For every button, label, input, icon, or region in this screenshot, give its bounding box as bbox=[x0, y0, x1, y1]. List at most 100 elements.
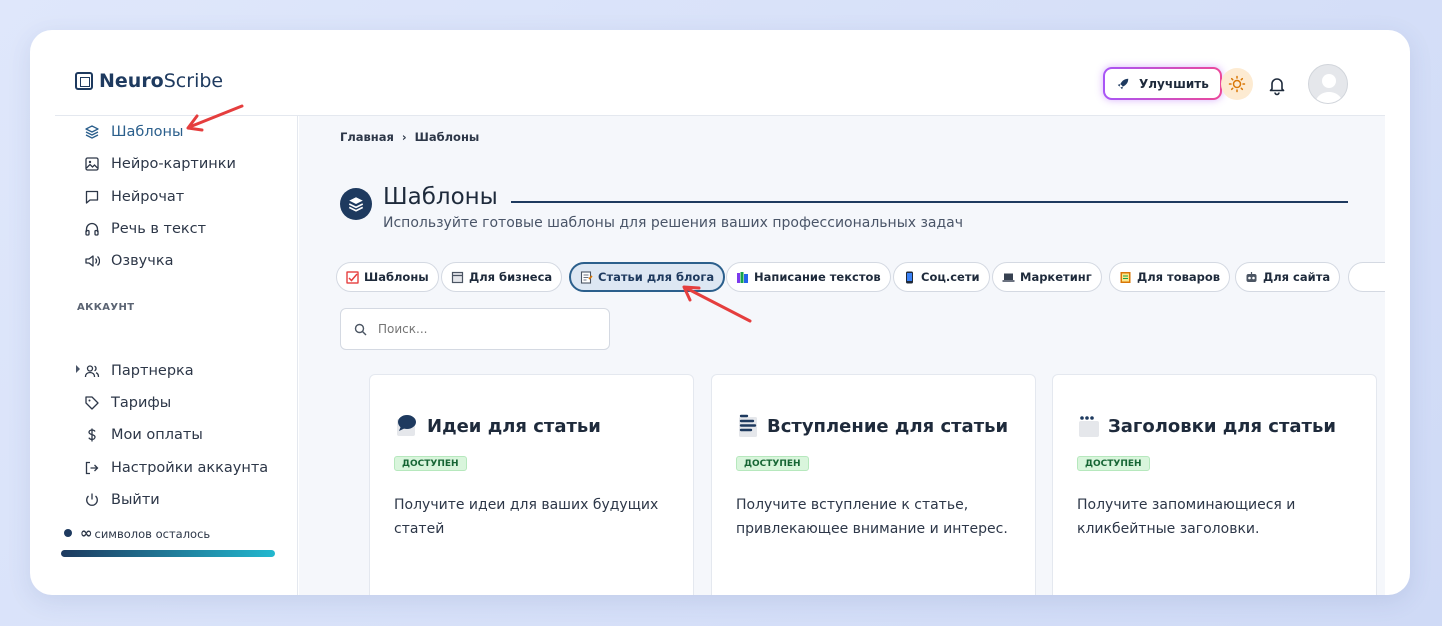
chip-label: Шаблоны bbox=[364, 270, 429, 284]
breadcrumb-home-link[interactable]: Главная bbox=[340, 130, 394, 144]
chip-label: Для товаров bbox=[1137, 270, 1221, 284]
avatar[interactable] bbox=[1308, 64, 1348, 104]
sidebar-item-payments[interactable]: Мои оплаты bbox=[84, 424, 203, 446]
card-description: Получите запоминающиеся и кликбейтные за… bbox=[1077, 497, 1296, 537]
sidebar-item-neuro-images[interactable]: Нейро-картинки bbox=[84, 153, 236, 175]
sidebar-item-label: Мои оплаты bbox=[111, 427, 203, 443]
sidebar-item-label: Нейро-картинки bbox=[111, 156, 236, 172]
rocket-icon bbox=[1117, 78, 1129, 89]
chip-templates[interactable]: Шаблоны bbox=[336, 262, 439, 292]
page-subtitle: Используйте готовые шаблоны для решения … bbox=[383, 215, 964, 231]
phone-icon bbox=[906, 271, 913, 283]
sidebar-item-tariffs[interactable]: Тарифы bbox=[84, 392, 171, 414]
main-content: Главная › Шаблоны Шаблоны Используйте го… bbox=[299, 116, 1385, 595]
breadcrumb-separator: › bbox=[401, 130, 407, 144]
speech-bubble-icon bbox=[397, 415, 416, 436]
sidebar-item-label: Речь в текст bbox=[111, 221, 207, 237]
template-card-article-intro[interactable]: Вступление для статьи ДОСТУПЕН Получите … bbox=[711, 374, 1036, 595]
sidebar-item-label: Нейрочат bbox=[111, 189, 185, 205]
image-icon bbox=[85, 157, 99, 171]
search-icon bbox=[354, 323, 367, 335]
sidebar-item-label: Выйти bbox=[111, 492, 160, 508]
title-divider bbox=[511, 201, 1348, 203]
search-input[interactable] bbox=[378, 322, 598, 336]
card-title: Идеи для статьи bbox=[394, 413, 601, 439]
sidebar-item-neurochat[interactable]: Нейрочат bbox=[84, 186, 184, 208]
chip-products[interactable]: Для товаров bbox=[1109, 262, 1231, 292]
bell-icon[interactable] bbox=[1266, 74, 1288, 96]
chip-blog-articles[interactable]: Статьи для блога bbox=[569, 262, 726, 292]
logout-arrow-icon bbox=[85, 461, 99, 475]
building-icon bbox=[451, 271, 464, 283]
chip-label: Для сайта bbox=[1263, 270, 1331, 284]
card-description: Получите вступление к статье, привлекающ… bbox=[736, 497, 1008, 537]
sidebar-item-partners[interactable]: Партнерка bbox=[84, 360, 194, 382]
card-title: Заголовки для статьи bbox=[1077, 413, 1336, 439]
theme-toggle-button[interactable] bbox=[1221, 68, 1253, 100]
top-header: NeuroScribe Улучшить bbox=[30, 30, 1410, 116]
upgrade-label: Улучшить bbox=[1139, 76, 1209, 91]
sidebar-item-logout[interactable]: Выйти bbox=[84, 489, 160, 511]
sidebar-item-templates[interactable]: Шаблоны bbox=[84, 121, 183, 143]
sidebar-item-label: Шаблоны bbox=[111, 124, 184, 140]
credits-progress-fill bbox=[61, 550, 275, 557]
chip-label: Статьи для блога bbox=[598, 270, 715, 284]
page-title: Шаблоны bbox=[383, 184, 498, 210]
chat-icon bbox=[85, 190, 99, 204]
chip-more[interactable] bbox=[1348, 262, 1385, 292]
user-silhouette-icon bbox=[1315, 74, 1343, 103]
text-lines-icon bbox=[739, 414, 757, 437]
chip-label: Соц.сети bbox=[921, 270, 980, 284]
status-badge: ДОСТУПЕН bbox=[736, 456, 809, 471]
card-title: Вступление для статьи bbox=[736, 413, 1008, 439]
books-icon bbox=[737, 271, 748, 283]
template-card-article-ideas[interactable]: Идеи для статьи ДОСТУПЕН Получите идеи д… bbox=[369, 374, 694, 595]
category-chips: Шаблоны Для бизнеса Статьи для блога Нап… bbox=[336, 262, 1385, 292]
expand-caret-icon[interactable] bbox=[76, 365, 80, 373]
logo-text: NeuroScribe bbox=[99, 70, 224, 92]
chip-business[interactable]: Для бизнеса bbox=[441, 262, 563, 292]
logo[interactable]: NeuroScribe bbox=[75, 70, 223, 92]
power-icon bbox=[86, 493, 98, 506]
chip-label: Написание текстов bbox=[754, 270, 881, 284]
breadcrumb-current: Шаблоны bbox=[414, 130, 480, 144]
window-dots-icon bbox=[1079, 416, 1099, 437]
card-description: Получите идеи для ваших будущих статей bbox=[394, 497, 659, 537]
memo-icon bbox=[580, 270, 593, 284]
sidebar: Шаблоны Нейро-картинки Нейрочат Речь в т… bbox=[30, 116, 298, 595]
checkbox-icon bbox=[346, 270, 359, 284]
status-badge: ДОСТУПЕН bbox=[1077, 456, 1150, 471]
credits-text: символов осталось bbox=[94, 527, 211, 541]
template-card-article-headlines[interactable]: Заголовки для статьи ДОСТУПЕН Получите з… bbox=[1052, 374, 1377, 595]
account-section-label: АККАУНТ bbox=[77, 302, 135, 313]
chip-marketing[interactable]: Маркетинг bbox=[992, 262, 1102, 292]
chip-social-media[interactable]: Соц.сети bbox=[893, 262, 990, 292]
chip-label: Маркетинг bbox=[1020, 270, 1092, 284]
chip-website[interactable]: Для сайта bbox=[1235, 262, 1341, 292]
sidebar-item-voiceover[interactable]: Озвучка bbox=[84, 250, 173, 272]
sidebar-item-speech-to-text[interactable]: Речь в текст bbox=[84, 218, 206, 240]
search-box[interactable] bbox=[340, 308, 610, 350]
status-badge: ДОСТУПЕН bbox=[394, 456, 467, 471]
users-icon bbox=[84, 365, 100, 378]
upgrade-button[interactable]: Улучшить bbox=[1103, 67, 1222, 100]
infinity-symbol: ∞ bbox=[80, 524, 93, 542]
layers-icon bbox=[85, 125, 99, 139]
credits-dot-icon bbox=[64, 529, 72, 537]
sidebar-item-label: Озвучка bbox=[111, 253, 174, 269]
sidebar-item-account-settings[interactable]: Настройки аккаунта bbox=[84, 457, 268, 479]
chip-copywriting[interactable]: Написание текстов bbox=[726, 262, 891, 292]
breadcrumb: Главная › Шаблоны bbox=[340, 130, 479, 144]
ledger-icon bbox=[1120, 271, 1131, 283]
logo-icon bbox=[75, 72, 93, 90]
sidebar-item-label: Настройки аккаунта bbox=[111, 460, 269, 476]
page-title-layers-icon bbox=[340, 188, 372, 220]
credits-status: ∞ символов осталось bbox=[64, 524, 210, 542]
chip-label: Для бизнеса bbox=[469, 270, 553, 284]
sun-icon bbox=[1228, 75, 1246, 93]
speaker-icon bbox=[85, 255, 100, 267]
credits-progress-bar bbox=[61, 550, 275, 557]
robot-icon bbox=[1246, 271, 1257, 282]
dollar-icon bbox=[88, 428, 96, 442]
sidebar-item-label: Тарифы bbox=[111, 395, 172, 411]
